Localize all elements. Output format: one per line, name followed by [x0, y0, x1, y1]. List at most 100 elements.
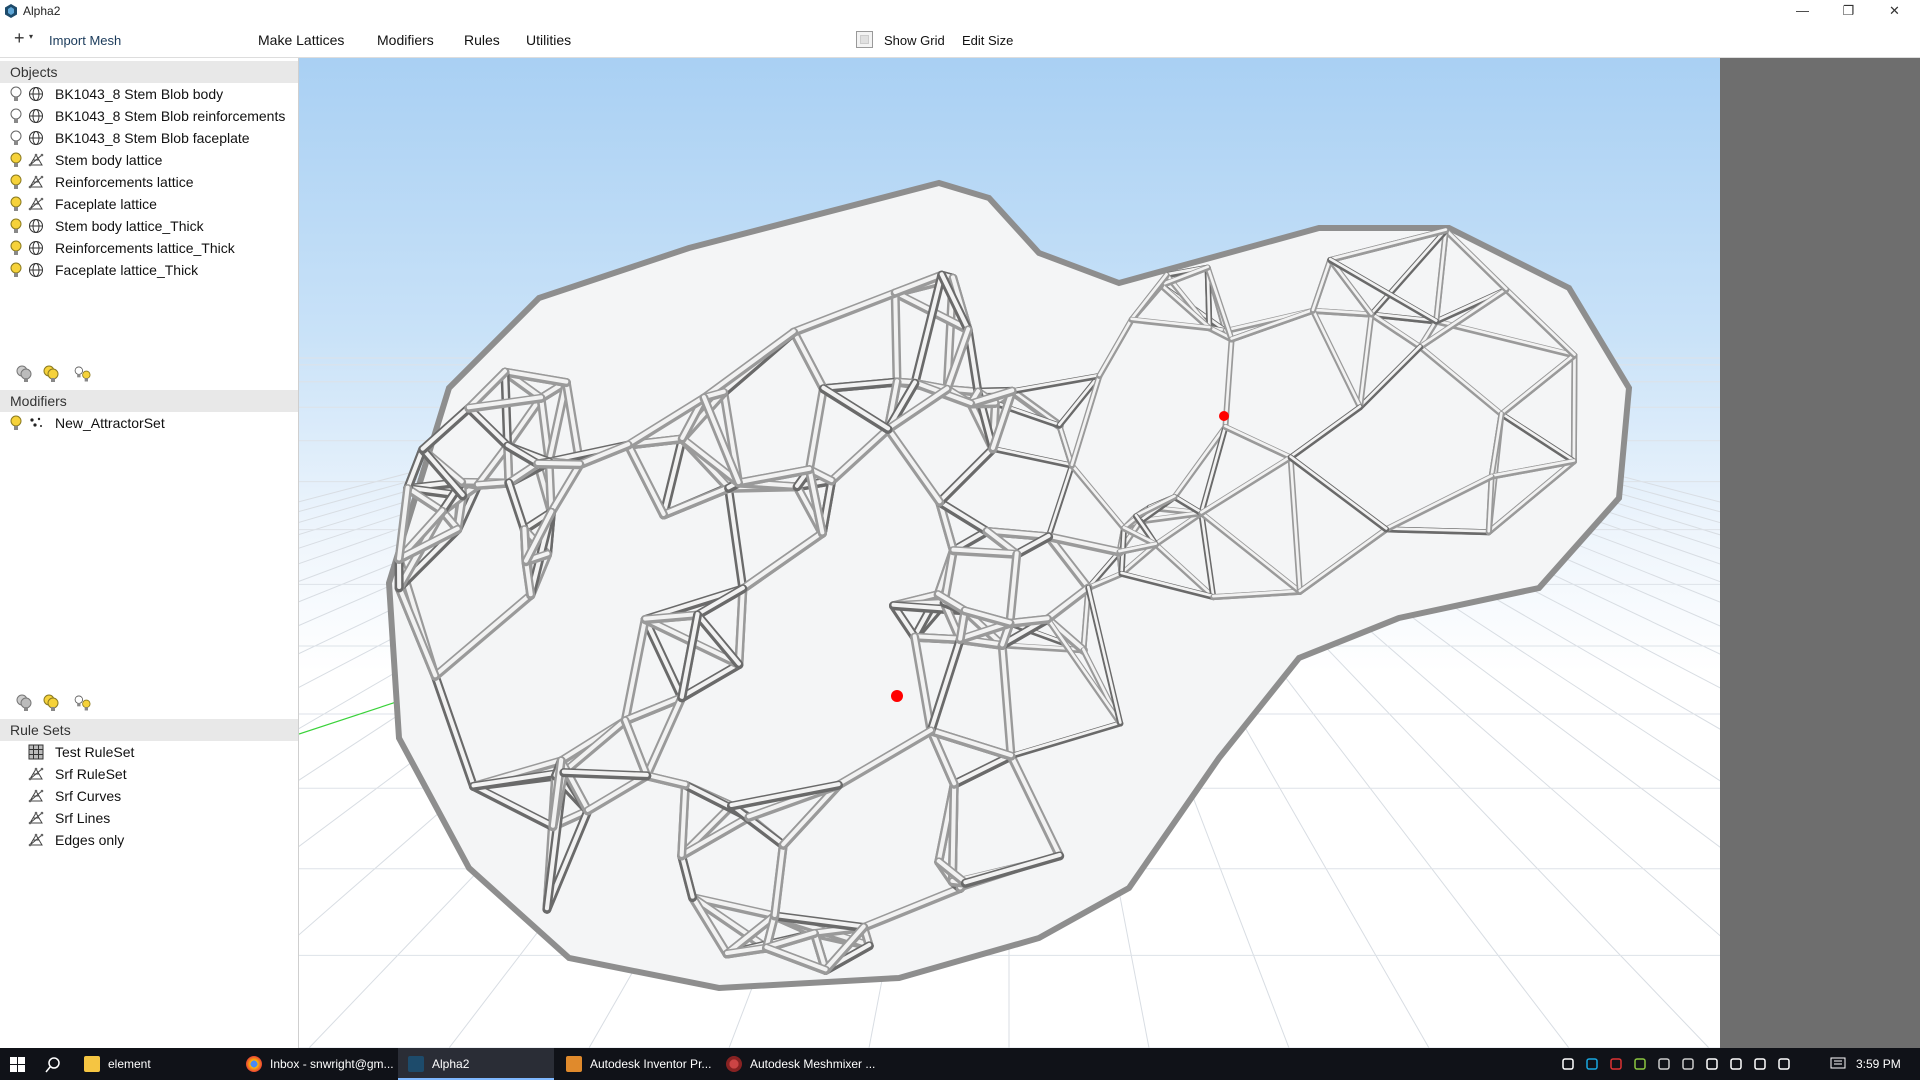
- object-row[interactable]: Reinforcements lattice_Thick: [0, 237, 298, 259]
- lattice-icon: [28, 833, 44, 847]
- object-row[interactable]: BK1043_8 Stem Blob reinforcements: [0, 105, 298, 127]
- object-row[interactable]: Stem body lattice: [0, 149, 298, 171]
- task-label: Autodesk Inventor Pr...: [590, 1057, 712, 1071]
- folder-icon: [84, 1056, 100, 1072]
- toolbar: + ▾ Import Mesh Make Lattices Modifiers …: [0, 24, 1920, 58]
- object-row[interactable]: BK1043_8 Stem Blob body: [0, 83, 298, 105]
- list-item-label: Edges only: [55, 832, 125, 848]
- object-row[interactable]: Reinforcements lattice: [0, 171, 298, 193]
- left-panel: Objects BK1043_8 Stem Blob body BK1043_8 …: [0, 58, 299, 1048]
- mesh-globe-icon: [29, 241, 43, 255]
- object-row[interactable]: BK1043_8 Stem Blob faceplate: [0, 127, 298, 149]
- task-meshmixer[interactable]: Autodesk Meshmixer ...: [716, 1048, 876, 1080]
- nvidia-icon[interactable]: [1632, 1056, 1648, 1072]
- list-item-label: Stem body lattice: [55, 152, 163, 168]
- modifiers-header: Modifiers: [0, 390, 298, 412]
- visibility-bulb-on-icon[interactable]: [9, 262, 23, 279]
- window-title: Alpha2: [23, 4, 61, 18]
- task-inventor[interactable]: Autodesk Inventor Pr...: [556, 1048, 716, 1080]
- search-icon[interactable]: [45, 1057, 61, 1073]
- lattice-icon: [28, 197, 44, 211]
- show-grid-label[interactable]: Show Grid: [884, 33, 945, 48]
- task-element[interactable]: element: [74, 1048, 236, 1080]
- visibility-bulb-off-icon[interactable]: [9, 130, 23, 147]
- show-all-bulbs-icon[interactable]: [41, 363, 61, 385]
- autodesk-icon[interactable]: [1584, 1056, 1600, 1072]
- hide-all-bulbs-icon[interactable]: [14, 363, 34, 385]
- objects-header: Objects: [0, 61, 298, 83]
- list-item-label: Stem body lattice_Thick: [55, 218, 204, 234]
- menu-modifiers[interactable]: Modifiers: [377, 32, 434, 48]
- attractor-point[interactable]: [891, 690, 903, 702]
- app-tray-icon[interactable]: [1608, 1056, 1624, 1072]
- app-logo-icon: [5, 4, 17, 18]
- attractor-point[interactable]: [1219, 411, 1229, 421]
- list-item-label: BK1043_8 Stem Blob faceplate: [55, 130, 250, 146]
- rulesets-header: Rule Sets: [0, 719, 298, 741]
- lattice-icon: [28, 789, 44, 803]
- inventor-icon: [566, 1056, 582, 1072]
- lattice-icon: [28, 153, 44, 167]
- lock-icon[interactable]: [1728, 1056, 1744, 1072]
- list-item-label: Test RuleSet: [55, 744, 135, 760]
- visibility-bulb-on-icon[interactable]: [9, 415, 23, 432]
- toggle-bulbs-icon[interactable]: [73, 692, 93, 714]
- wifi-icon[interactable]: [1704, 1056, 1720, 1072]
- mesh-globe-icon: [29, 87, 43, 101]
- show-grid-checkbox[interactable]: [856, 31, 873, 48]
- toggle-bulbs-icon[interactable]: [73, 363, 93, 385]
- list-item-label: Faceplate lattice_Thick: [55, 262, 199, 278]
- ruleset-row[interactable]: Srf Curves: [0, 785, 298, 807]
- lattice-icon: [28, 175, 44, 189]
- show-all-bulbs-icon[interactable]: [41, 692, 61, 714]
- dropbox-icon[interactable]: [1560, 1056, 1576, 1072]
- visibility-bulb-off-icon[interactable]: [9, 108, 23, 125]
- visibility-bulb-on-icon[interactable]: [9, 152, 23, 169]
- lattice-scene: [299, 179, 1720, 1048]
- object-row[interactable]: Faceplate lattice_Thick: [0, 259, 298, 281]
- objects-tools: [14, 363, 104, 387]
- mesh-globe-icon: [29, 131, 43, 145]
- visibility-bulb-on-icon[interactable]: [9, 174, 23, 191]
- task-label: element: [108, 1057, 151, 1071]
- taskbar: element Inbox - snwright@gm... Alpha2 Au…: [0, 1048, 1920, 1080]
- visibility-bulb-on-icon[interactable]: [9, 240, 23, 257]
- minimize-button[interactable]: —: [1780, 0, 1825, 22]
- restore-button[interactable]: ❐: [1826, 0, 1871, 22]
- object-row[interactable]: Stem body lattice_Thick: [0, 215, 298, 237]
- ruleset-row[interactable]: Test RuleSet: [0, 741, 298, 763]
- plus-icon: +: [14, 28, 25, 48]
- close-button[interactable]: ✕: [1872, 0, 1917, 22]
- modifier-row[interactable]: New_AttractorSet: [0, 412, 298, 434]
- clock[interactable]: 3:59 PM: [1856, 1057, 1901, 1071]
- visibility-bulb-on-icon[interactable]: [9, 196, 23, 213]
- task-inbox[interactable]: Inbox - snwright@gm...: [236, 1048, 398, 1080]
- battery-icon[interactable]: [1752, 1056, 1768, 1072]
- mesh-globe-icon: [29, 219, 43, 233]
- menu-utilities[interactable]: Utilities: [526, 32, 571, 48]
- lattice-icon: [28, 767, 44, 781]
- 3d-viewport[interactable]: [299, 58, 1720, 1048]
- visibility-bulb-on-icon[interactable]: [9, 218, 23, 235]
- mesh-globe-icon: [29, 109, 43, 123]
- app-logo-icon: [408, 1056, 424, 1072]
- list-item-label: Srf Curves: [55, 788, 122, 804]
- steam-icon[interactable]: [1656, 1056, 1672, 1072]
- edit-size-button[interactable]: Edit Size: [962, 33, 1013, 48]
- ruleset-row[interactable]: Srf RuleSet: [0, 763, 298, 785]
- hide-all-bulbs-icon[interactable]: [14, 692, 34, 714]
- menu-rules[interactable]: Rules: [464, 32, 500, 48]
- list-item-label: Srf RuleSet: [55, 766, 127, 782]
- menu-make-lattices[interactable]: Make Lattices: [258, 32, 344, 48]
- visibility-bulb-off-icon[interactable]: [9, 86, 23, 103]
- import-mesh-label: Import Mesh: [49, 33, 122, 48]
- network-drive-icon[interactable]: [1680, 1056, 1696, 1072]
- notifications-icon[interactable]: [1830, 1056, 1846, 1072]
- windows-start-icon[interactable]: [10, 1057, 25, 1072]
- object-row[interactable]: Faceplate lattice: [0, 193, 298, 215]
- task-alpha2[interactable]: Alpha2: [398, 1048, 554, 1080]
- ruleset-row[interactable]: Srf Lines: [0, 807, 298, 829]
- ruleset-row[interactable]: Edges only: [0, 829, 298, 851]
- volume-icon[interactable]: [1776, 1056, 1792, 1072]
- list-item-label: BK1043_8 Stem Blob reinforcements: [55, 108, 286, 124]
